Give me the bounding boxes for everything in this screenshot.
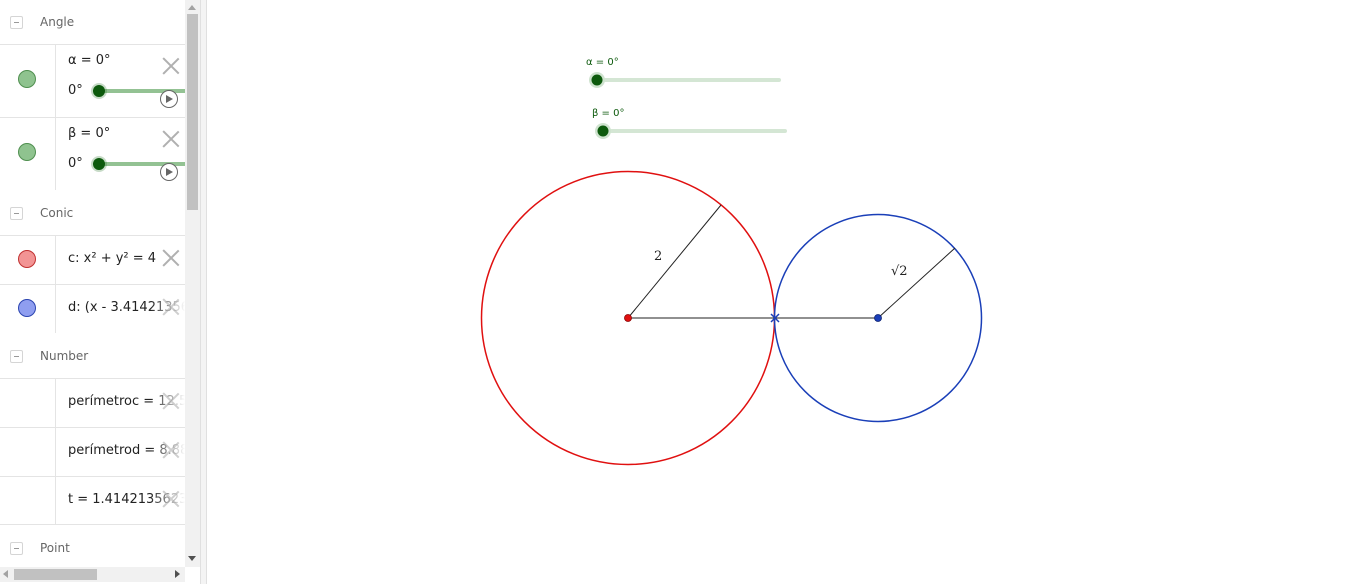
marble-column: [0, 285, 56, 333]
algebra-item-perimetrod[interactable]: perímetrod = 8.8857: [0, 427, 185, 476]
slider-alpha-label: α = 0°: [586, 57, 619, 68]
graphics-view[interactable]: α = 0° β = 0° 2 √2: [207, 0, 1352, 584]
algebra-item-alpha[interactable]: α = 0° 0°: [0, 44, 185, 117]
delete-beta-icon[interactable]: [162, 130, 180, 148]
algebra-item-conic-c[interactable]: c: x² + y² = 4: [0, 235, 185, 284]
radius-c-segment[interactable]: [627, 204, 722, 319]
alpha-play-icon[interactable]: [160, 90, 178, 108]
marble-column: [0, 118, 56, 190]
algebra-item-beta[interactable]: β = 0° 0°: [0, 117, 185, 190]
marble-column: [0, 379, 56, 427]
radius-d-segment[interactable]: [877, 247, 956, 319]
alpha-slider-value: 0°: [68, 83, 83, 98]
beta-slider-value: 0°: [68, 156, 83, 171]
scroll-up-icon[interactable]: [188, 5, 196, 10]
algebra-view: Angle α = 0° 0° β = 0° 0° Conic c: x² + …: [0, 0, 200, 584]
group-conic-label: Conic: [40, 206, 74, 220]
algebra-item-t[interactable]: t = 1.4142135623730: [0, 476, 185, 525]
beta-definition[interactable]: β = 0°: [68, 126, 110, 141]
center-point-c[interactable]: [624, 314, 632, 322]
marble-column: [0, 45, 56, 117]
group-number-header[interactable]: Number: [0, 334, 185, 378]
visibility-marble-c[interactable]: [18, 250, 36, 268]
delete-alpha-icon[interactable]: [162, 57, 180, 75]
graphics-canvas[interactable]: α = 0° β = 0° 2 √2: [207, 0, 1352, 584]
horizontal-scroll-thumb[interactable]: [14, 569, 97, 580]
collapse-number-icon[interactable]: [10, 350, 23, 363]
radius-d-label: √2: [891, 264, 908, 279]
horizontal-scrollbar[interactable]: [0, 567, 185, 582]
slider-beta-knob[interactable]: [597, 125, 609, 137]
vertical-scrollbar[interactable]: [185, 0, 200, 567]
group-conic-header[interactable]: Conic: [0, 191, 185, 235]
beta-play-icon[interactable]: [160, 163, 178, 181]
beta-slider-knob[interactable]: [93, 158, 105, 170]
scroll-right-icon[interactable]: [175, 570, 180, 578]
view-divider[interactable]: [200, 0, 207, 584]
radius-c-label: 2: [654, 249, 662, 264]
delete-perimetroc-icon[interactable]: [162, 392, 180, 410]
delete-t-icon[interactable]: [162, 490, 180, 508]
marble-column: [0, 236, 56, 284]
slider-alpha-knob[interactable]: [591, 74, 603, 86]
collapse-point-icon[interactable]: [10, 542, 23, 555]
group-point-header[interactable]: Point: [0, 526, 185, 567]
vertical-scroll-thumb[interactable]: [187, 14, 198, 210]
group-number-label: Number: [40, 349, 89, 363]
scroll-left-icon[interactable]: [3, 570, 8, 578]
center-point-d[interactable]: [874, 314, 882, 322]
algebra-item-perimetroc[interactable]: perímetroc = 12.566: [0, 378, 185, 427]
alpha-definition[interactable]: α = 0°: [68, 53, 111, 68]
delete-d-icon[interactable]: [162, 298, 180, 316]
delete-perimetrod-icon[interactable]: [162, 441, 180, 459]
group-point-label: Point: [40, 541, 70, 555]
alpha-slider-knob[interactable]: [93, 85, 105, 97]
group-angle-label: Angle: [40, 15, 75, 29]
visibility-marble-beta[interactable]: [18, 143, 36, 161]
group-angle-header[interactable]: Angle: [0, 0, 185, 44]
marble-column: [0, 477, 56, 524]
algebra-item-conic-d[interactable]: d: (x - 3.4142135623: [0, 284, 185, 333]
visibility-marble-alpha[interactable]: [18, 70, 36, 88]
collapse-angle-icon[interactable]: [10, 16, 23, 29]
algebra-list: Angle α = 0° 0° β = 0° 0° Conic c: x² + …: [0, 0, 185, 567]
visibility-marble-d[interactable]: [18, 299, 36, 317]
collapse-conic-icon[interactable]: [10, 207, 23, 220]
conic-c-definition[interactable]: c: x² + y² = 4: [68, 251, 156, 266]
marble-column: [0, 428, 56, 476]
scroll-down-icon[interactable]: [188, 556, 196, 561]
slider-beta-label: β = 0°: [592, 108, 624, 119]
delete-c-icon[interactable]: [162, 249, 180, 267]
